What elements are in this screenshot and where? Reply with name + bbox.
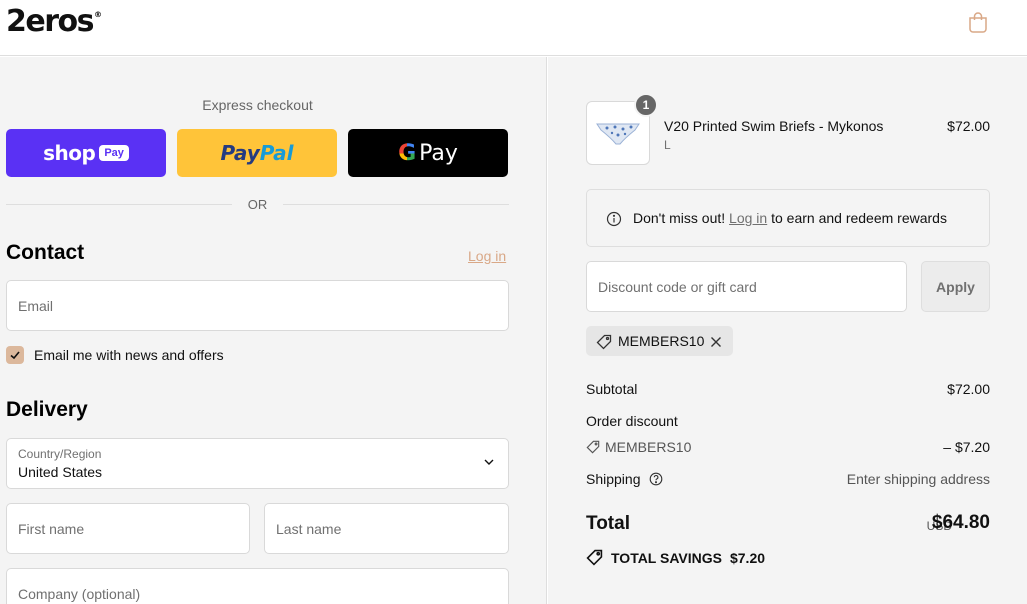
discount-placeholder: Discount code or gift card: [598, 279, 757, 295]
total-label: Total: [586, 513, 630, 534]
country-value: United States: [18, 464, 103, 480]
checkout-form: Express checkout shop Pay PayPal G Pay OR…: [0, 57, 547, 604]
header: 2eros®: [0, 0, 1027, 56]
apply-discount-button[interactable]: Apply: [921, 261, 990, 312]
login-link[interactable]: Log in: [468, 248, 506, 264]
savings-label: TOTAL SAVINGS: [611, 549, 722, 566]
shipping-label: Shipping: [586, 471, 641, 487]
chevron-down-icon: [484, 459, 494, 465]
shop-pay-button[interactable]: shop Pay: [6, 129, 166, 177]
product-price: $72.00: [947, 118, 990, 134]
notice-prefix: Don't miss out!: [633, 210, 726, 226]
logo-text: 2eros: [6, 4, 94, 39]
rewards-notice: Don't miss out! Log in to earn and redee…: [586, 189, 990, 247]
email-placeholder: Email: [18, 298, 54, 314]
shop-pay-logo: shop: [43, 141, 96, 165]
discount-code-label: MEMBERS10: [605, 439, 692, 455]
last-name-placeholder: Last name: [276, 521, 342, 537]
country-select[interactable]: Country/Region United States: [6, 438, 509, 489]
applied-code: MEMBERS10: [618, 333, 705, 349]
rewards-login-link[interactable]: Log in: [729, 210, 767, 226]
express-checkout-title: Express checkout: [202, 97, 313, 113]
newsletter-checkbox[interactable]: [6, 346, 24, 364]
checkmark-icon: [10, 351, 20, 360]
company-field[interactable]: Company (optional): [6, 568, 509, 604]
shipping-value: Enter shipping address: [846, 471, 990, 487]
delivery-title: Delivery: [6, 398, 88, 421]
shop-pay-badge: Pay: [99, 145, 129, 161]
total-amount: $64.80: [931, 512, 990, 533]
product-name: V20 Printed Swim Briefs - Mykonos: [664, 118, 884, 134]
paypal-button[interactable]: PayPal: [177, 129, 337, 177]
close-icon[interactable]: [710, 336, 722, 348]
subtotal-value: $72.00: [947, 381, 990, 397]
help-icon[interactable]: [649, 472, 663, 486]
notice-suffix: to earn and redeem rewards: [771, 210, 947, 226]
paypal-logo: PayPal: [220, 141, 294, 165]
discount-code-field[interactable]: Discount code or gift card: [586, 261, 907, 312]
subtotal-row: Subtotal $72.00: [586, 381, 990, 397]
newsletter-label: Email me with news and offers: [34, 347, 224, 363]
tag-icon: [596, 334, 612, 350]
info-icon: [606, 211, 622, 227]
shipping-row: Shipping Enter shipping address: [586, 471, 990, 487]
quantity-badge: 1: [634, 93, 658, 117]
subtotal-label: Subtotal: [586, 381, 638, 397]
savings-amount: $7.20: [729, 549, 766, 566]
total-savings: TOTAL SAVINGS $7.20: [586, 549, 765, 566]
registered-mark: ®: [93, 10, 102, 19]
last-name-field[interactable]: Last name: [264, 503, 509, 554]
order-discount-label: Order discount: [586, 413, 678, 429]
discount-value: – $7.20: [943, 439, 990, 455]
or-divider: OR: [6, 196, 509, 214]
discount-chip: MEMBERS10: [586, 326, 733, 356]
first-name-placeholder: First name: [18, 521, 85, 537]
google-pay-logo: G Pay: [398, 140, 458, 166]
contact-title: Contact: [6, 241, 85, 264]
tag-icon: [586, 440, 600, 454]
order-summary: 1 V20 Printed Swim Briefs - Mykonos L $7…: [548, 57, 1027, 604]
company-placeholder: Company (optional): [18, 586, 141, 602]
google-pay-button[interactable]: G Pay: [348, 129, 508, 177]
logo[interactable]: 2eros®: [6, 4, 102, 39]
order-discount-row: Order discount: [586, 413, 990, 429]
first-name-field[interactable]: First name: [6, 503, 250, 554]
product-variant: L: [664, 138, 671, 152]
shopping-bag-icon[interactable]: [966, 10, 990, 34]
email-field[interactable]: Email: [6, 280, 509, 331]
savings-tag-icon: [586, 549, 603, 566]
country-label: Country/Region: [18, 447, 102, 461]
